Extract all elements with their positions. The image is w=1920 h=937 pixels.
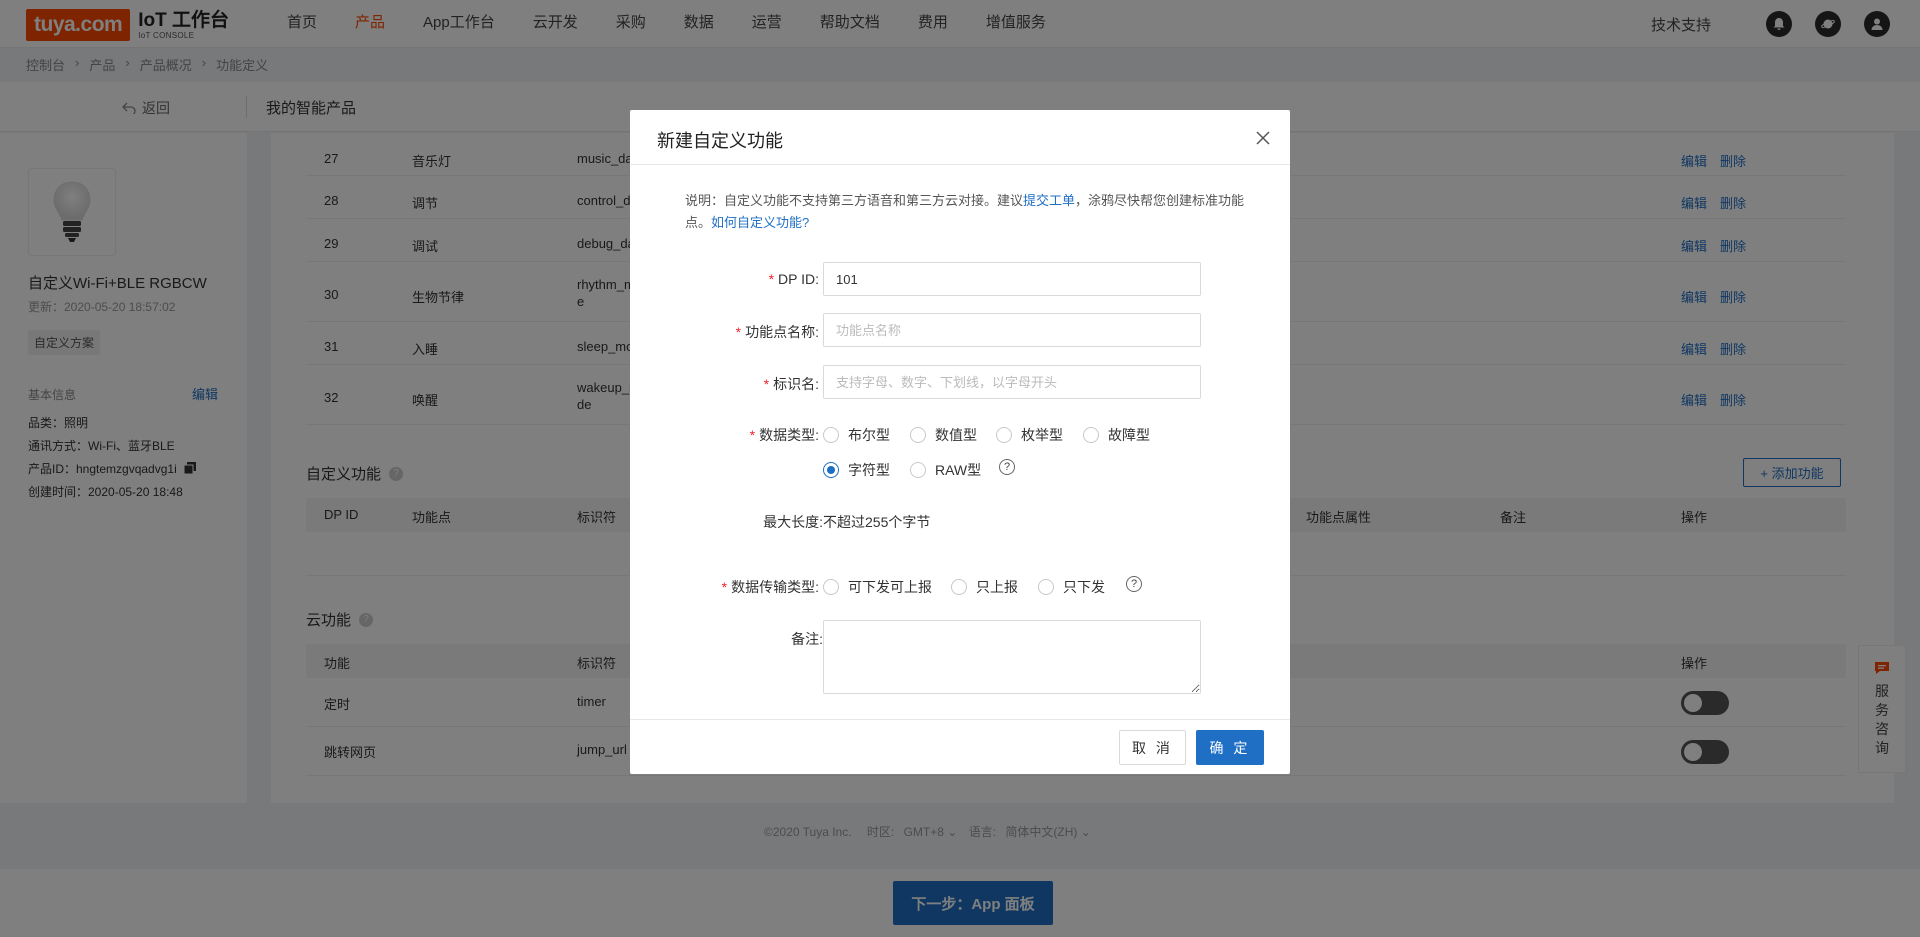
data-type-help-icon[interactable]: ? [999,459,1015,475]
radio-string[interactable]: 字符型 [823,460,890,480]
dialog-header: 新建自定义功能 [630,110,1290,165]
radio-enum[interactable]: 枚举型 [996,425,1063,445]
radio-report-only[interactable]: 只上报 [951,577,1018,597]
radio-value[interactable]: 数值型 [910,425,977,445]
radio-send-and-report[interactable]: 可下发可上报 [823,577,932,597]
close-icon[interactable] [1255,130,1271,146]
transfer-type-help-icon[interactable]: ? [1126,576,1142,592]
function-name-label: * 功能点名称: [735,324,819,340]
function-name-input[interactable] [823,313,1201,347]
radio-send-only[interactable]: 只下发 [1038,577,1105,597]
new-custom-function-dialog: 新建自定义功能 说明：自定义功能不支持第三方语音和第三方云对接。建议提交工单，涂… [630,110,1290,774]
dp-id-label: * DP ID: [768,271,819,287]
radio-fault[interactable]: 故障型 [1083,425,1150,445]
dialog-footer [630,719,1290,774]
how-to-customize-link[interactable]: 如何自定义功能? [711,215,809,230]
max-length-label: 最大长度: [763,514,823,530]
identifier-label: * 标识名: [763,376,819,392]
dp-id-input[interactable] [823,262,1201,296]
remark-textarea[interactable] [823,620,1201,694]
cancel-button[interactable]: 取 消 [1119,730,1186,765]
transfer-type-label: * 数据传输类型: [721,579,819,595]
identifier-input[interactable] [823,365,1201,399]
dialog-title: 新建自定义功能 [657,131,783,151]
dialog-note: 说明：自定义功能不支持第三方语音和第三方云对接。建议提交工单，涂鸦尽快帮您创建标… [685,190,1245,234]
submit-ticket-link[interactable]: 提交工单 [1023,193,1075,208]
data-type-label: * 数据类型: [749,427,819,443]
radio-raw[interactable]: RAW型 [910,460,981,480]
radio-bool[interactable]: 布尔型 [823,425,890,445]
confirm-button[interactable]: 确 定 [1196,730,1264,765]
note-text: 说明：自定义功能不支持第三方语音和第三方云对接。建议 [685,193,1024,208]
remark-label: 备注: [791,631,823,647]
max-length-value: 不超过255个字节 [823,514,931,530]
